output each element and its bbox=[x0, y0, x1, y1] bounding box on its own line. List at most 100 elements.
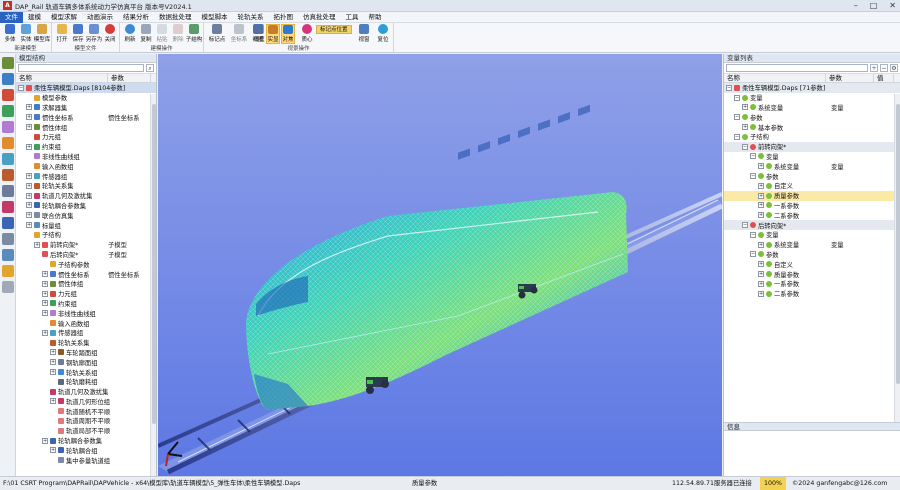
minimize-icon[interactable]: – bbox=[854, 1, 858, 10]
collapse-icon[interactable]: − bbox=[18, 84, 24, 91]
variable-item[interactable]: + 系统变量 变量 bbox=[724, 161, 900, 171]
add-icon[interactable]: + bbox=[870, 64, 878, 72]
scalar-icon[interactable] bbox=[2, 249, 14, 261]
expand-icon[interactable]: + bbox=[758, 241, 764, 248]
tree-item[interactable]: + 轮轨耦合组 bbox=[16, 445, 156, 455]
expand-icon[interactable]: + bbox=[50, 369, 56, 375]
3d-viewport[interactable] bbox=[158, 54, 722, 476]
tree-item[interactable]: + 轮轨耦合参数集 bbox=[16, 201, 156, 211]
scroll-thumb[interactable] bbox=[896, 104, 900, 384]
expand-icon[interactable]: + bbox=[758, 212, 764, 219]
expand-icon[interactable]: + bbox=[42, 310, 48, 317]
expand-icon[interactable]: + bbox=[42, 271, 48, 278]
variable-item[interactable]: − 变量 bbox=[724, 230, 900, 240]
gear-icon[interactable] bbox=[2, 57, 14, 69]
tree-item[interactable]: + 惯性坐标系 惯性坐标系 bbox=[16, 269, 156, 279]
tree-item[interactable]: +非线性曲线组 bbox=[16, 152, 156, 162]
tree-item[interactable]: + 传感器组 bbox=[16, 171, 156, 181]
expand-icon[interactable]: + bbox=[26, 202, 32, 209]
cosim-icon[interactable] bbox=[2, 233, 14, 245]
tree-item[interactable]: + 轮轨耦合参数集 bbox=[16, 436, 156, 446]
expand-icon[interactable]: + bbox=[50, 349, 56, 356]
variable-item[interactable]: + 一系参数 bbox=[724, 201, 900, 211]
expand-icon[interactable]: − bbox=[734, 114, 740, 121]
tree-item[interactable]: +子结构参数 bbox=[16, 259, 156, 269]
tree-item[interactable]: + 轨道几何形位组 bbox=[16, 397, 156, 407]
expand-icon[interactable]: + bbox=[26, 104, 32, 111]
tree-item[interactable]: +力元组 bbox=[16, 132, 156, 142]
variable-search-input[interactable] bbox=[726, 64, 868, 72]
menu-tools[interactable]: 工具 bbox=[341, 12, 364, 23]
center-of-mass-button[interactable]: 质心 bbox=[300, 24, 314, 44]
settings-icon[interactable]: ⚙ bbox=[890, 64, 898, 72]
expand-icon[interactable]: + bbox=[42, 290, 48, 297]
tree-item[interactable]: +轨道周期不平顺 bbox=[16, 416, 156, 426]
expand-icon[interactable]: + bbox=[758, 163, 764, 170]
variable-item[interactable]: − 变量 bbox=[724, 152, 900, 162]
tree-item[interactable]: +轮轨关系集 bbox=[16, 338, 156, 348]
viewport-button[interactable]: 视窗 bbox=[357, 24, 371, 44]
function-icon[interactable] bbox=[2, 137, 14, 149]
variable-item[interactable]: + 质量参数 bbox=[724, 269, 900, 279]
tree-item[interactable]: +后转向架*子模型 bbox=[16, 250, 156, 260]
expand-icon[interactable]: − bbox=[750, 231, 756, 238]
tree-item[interactable]: +模型参数 bbox=[16, 93, 156, 103]
column-name-header[interactable]: 名称 bbox=[16, 74, 108, 82]
variable-item[interactable]: − 前转向架* bbox=[724, 141, 900, 152]
expand-icon[interactable]: + bbox=[742, 104, 748, 111]
save-as-button[interactable]: 另存为 bbox=[86, 24, 102, 44]
variable-item[interactable]: − 参数 bbox=[724, 250, 900, 260]
expand-icon[interactable]: + bbox=[758, 182, 764, 189]
menu-batch[interactable]: 数据批处理 bbox=[154, 12, 197, 23]
expand-icon[interactable]: + bbox=[42, 300, 48, 307]
tree-item[interactable]: + 约束组 bbox=[16, 299, 156, 309]
tree-item[interactable]: + 轮轨关系组 bbox=[16, 367, 156, 377]
tool-icon[interactable] bbox=[2, 281, 14, 293]
variable-item[interactable]: + 自定义 bbox=[724, 259, 900, 269]
marker-position-button[interactable]: 标记点位置 bbox=[316, 25, 352, 34]
tree-item[interactable]: + 传感器组 bbox=[16, 328, 156, 338]
expand-icon[interactable]: + bbox=[50, 398, 56, 405]
collapse-icon[interactable]: − bbox=[726, 84, 732, 91]
variable-tree-scrollbar[interactable] bbox=[894, 94, 900, 422]
expand-icon[interactable]: + bbox=[26, 114, 32, 121]
variable-item[interactable]: − 后转向架* bbox=[724, 220, 900, 230]
expand-icon[interactable]: − bbox=[734, 94, 740, 101]
close-icon[interactable]: ✕ bbox=[889, 1, 896, 10]
tree-item[interactable]: +轮轨磨耗组 bbox=[16, 377, 156, 387]
zoom-level[interactable]: 100% bbox=[760, 477, 787, 490]
solid-display-button[interactable]: 实显 bbox=[266, 24, 280, 44]
variable-item[interactable]: + 基本参数 bbox=[724, 122, 900, 132]
menu-animation[interactable]: 动画演示 bbox=[82, 12, 118, 23]
expand-icon[interactable]: + bbox=[26, 212, 32, 219]
tree-item[interactable]: + 车轮踏面组 bbox=[16, 348, 156, 358]
focus-button[interactable]: 对焦 bbox=[281, 24, 295, 44]
expand-icon[interactable]: + bbox=[758, 192, 764, 199]
tree-item[interactable]: +轨道几何及激扰集 bbox=[16, 387, 156, 397]
menu-sim-batch[interactable]: 仿真批处理 bbox=[298, 12, 341, 23]
menu-help[interactable]: 帮助 bbox=[364, 12, 387, 23]
coupling-icon[interactable] bbox=[2, 217, 14, 229]
expand-icon[interactable]: + bbox=[26, 192, 32, 199]
save-button[interactable]: 保存 bbox=[71, 24, 85, 44]
tree-item[interactable]: +轮轨关系集 bbox=[16, 181, 156, 191]
tree-item[interactable]: + 标量组 bbox=[16, 220, 156, 230]
solid-button[interactable]: 实体 bbox=[19, 24, 33, 44]
close-model-button[interactable]: 关闭 bbox=[103, 24, 117, 44]
substructure-button[interactable]: 子结构 bbox=[186, 24, 202, 44]
wheel-icon[interactable] bbox=[2, 169, 14, 181]
expand-icon[interactable]: + bbox=[42, 329, 48, 336]
expand-icon[interactable]: + bbox=[26, 222, 32, 229]
view-button[interactable]: 视图 bbox=[251, 24, 265, 44]
tree-item[interactable]: +轨道局部不平顺 bbox=[16, 426, 156, 436]
remove-icon[interactable]: − bbox=[880, 64, 888, 72]
expand-icon[interactable]: + bbox=[42, 437, 48, 444]
tree-item[interactable]: +轨道随机不平顺 bbox=[16, 406, 156, 416]
variable-item[interactable]: − 变量 bbox=[724, 93, 900, 103]
expand-icon[interactable]: + bbox=[42, 280, 48, 287]
tree-item[interactable]: + 前转向架* 子模型 bbox=[16, 240, 156, 250]
tree-item[interactable]: + 约束组 bbox=[16, 142, 156, 152]
paste-button[interactable]: 粘贴 bbox=[155, 24, 169, 44]
variable-item[interactable]: + 质量参数 bbox=[724, 190, 900, 201]
multibody-button[interactable]: 多体 bbox=[3, 24, 17, 44]
